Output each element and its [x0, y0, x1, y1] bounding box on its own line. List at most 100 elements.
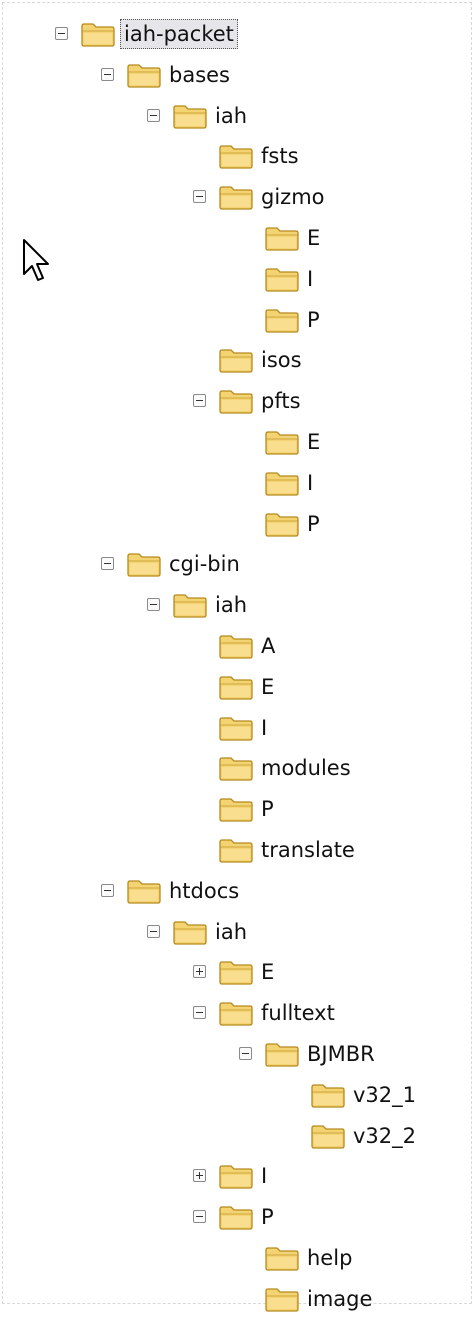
folder-icon [219, 675, 253, 700]
tree-node-label[interactable]: image [304, 1285, 375, 1313]
tree-node[interactable]: P [0, 1196, 476, 1237]
tree-node[interactable]: I [0, 707, 476, 748]
tree-node[interactable]: I [0, 462, 476, 503]
tree-node-label[interactable]: cgi-bin [166, 550, 243, 578]
expand-icon[interactable] [193, 1169, 206, 1183]
collapse-icon[interactable] [193, 1210, 206, 1224]
tree-node[interactable]: cgi-bin [0, 543, 476, 584]
tree-node-label[interactable]: v32_1 [350, 1081, 419, 1109]
tree-node-label[interactable]: bases [166, 61, 233, 89]
tree-node-label[interactable]: P [258, 1203, 277, 1231]
tree-node[interactable]: I [0, 1155, 476, 1196]
tree-node-label[interactable]: iah [212, 591, 250, 619]
collapse-icon[interactable] [147, 924, 160, 938]
collapse-icon[interactable] [193, 1006, 206, 1020]
tree-node-label[interactable]: P [304, 510, 323, 538]
tree-node[interactable]: v32_2 [0, 1115, 476, 1156]
folder-tree[interactable]: iah-packet bases iah fsts gizmo E I Pisos pfts E I… [0, 13, 476, 1319]
collapse-icon[interactable] [147, 598, 160, 612]
tree-node-label[interactable]: help [304, 1244, 355, 1272]
tree-node[interactable]: v32_1 [0, 1074, 476, 1115]
tree-node[interactable]: gizmo [0, 176, 476, 217]
tree-node[interactable]: fulltext [0, 992, 476, 1033]
collapse-icon[interactable] [193, 394, 206, 408]
tree-node[interactable]: P [0, 503, 476, 544]
tree-node-label[interactable]: A [258, 632, 278, 660]
tree-node[interactable]: P [0, 299, 476, 340]
tree-node-label[interactable]: E [258, 673, 277, 701]
tree-node[interactable]: modules [0, 747, 476, 788]
tree-node-label[interactable]: modules [258, 754, 354, 782]
collapse-icon[interactable] [239, 1046, 252, 1060]
folder-icon [219, 634, 253, 659]
tree-node[interactable]: pfts [0, 380, 476, 421]
tree-node-label[interactable]: v32_2 [350, 1122, 419, 1150]
folder-icon [219, 838, 253, 863]
collapse-icon[interactable] [55, 27, 68, 40]
folder-icon [219, 389, 253, 414]
tree-node[interactable]: iah [0, 911, 476, 952]
tree-node-label[interactable]: E [304, 428, 323, 456]
folder-icon [173, 593, 207, 618]
tree-node-label[interactable]: I [304, 265, 316, 293]
tree-node-label[interactable]: I [258, 1162, 270, 1190]
tree-node[interactable]: E [0, 421, 476, 462]
collapse-icon[interactable] [101, 67, 114, 81]
tree-node-label[interactable]: translate [258, 836, 358, 864]
collapse-icon[interactable] [147, 108, 160, 122]
tree-node[interactable]: BJMBR [0, 1033, 476, 1074]
tree-node-label[interactable]: E [258, 958, 277, 986]
tree-node-label[interactable]: htdocs [166, 877, 242, 905]
tree-node-label[interactable]: P [304, 306, 323, 334]
folder-icon [311, 1083, 345, 1108]
tree-node-label[interactable]: iah [212, 102, 250, 130]
tree-node[interactable]: P [0, 788, 476, 829]
tree-node[interactable]: image [0, 1278, 476, 1319]
folder-icon [219, 348, 253, 374]
tree-node[interactable]: E [0, 217, 476, 258]
tree-node[interactable]: I [0, 258, 476, 299]
folder-icon [265, 267, 299, 292]
folder-icon [265, 1287, 299, 1312]
folder-icon [81, 22, 115, 47]
tree-node-label[interactable]: iah-packet [120, 19, 238, 49]
tree-node[interactable]: isos [0, 339, 476, 380]
folder-icon [219, 185, 253, 210]
tree-node-label[interactable]: E [304, 224, 323, 252]
expand-icon[interactable] [193, 965, 206, 979]
folder-icon [265, 226, 299, 251]
tree-node-label[interactable]: P [258, 795, 277, 823]
tree-node-label[interactable]: isos [258, 346, 305, 374]
tree-node[interactable]: iah [0, 584, 476, 625]
collapse-icon[interactable] [193, 190, 206, 204]
tree-node-label[interactable]: iah [212, 918, 250, 946]
folder-icon [127, 552, 161, 578]
folder-icon [219, 960, 253, 985]
tree-node[interactable]: E [0, 951, 476, 992]
tree-node-label[interactable]: BJMBR [304, 1040, 378, 1068]
collapse-icon[interactable] [101, 557, 114, 571]
tree-node[interactable]: E [0, 666, 476, 707]
tree-node[interactable]: help [0, 1237, 476, 1278]
tree-node[interactable]: iah [0, 95, 476, 136]
tree-node-label[interactable]: fsts [258, 142, 302, 170]
folder-icon [265, 308, 299, 333]
folder-icon [219, 756, 253, 781]
folder-icon [265, 1042, 299, 1067]
folder-icon [219, 716, 253, 741]
folder-icon [311, 1124, 345, 1149]
tree-node-label[interactable]: fulltext [258, 999, 338, 1027]
tree-node[interactable]: htdocs [0, 870, 476, 911]
tree-node-label[interactable]: I [258, 714, 270, 742]
tree-node[interactable]: iah-packet [0, 13, 476, 54]
tree-node[interactable]: translate [0, 829, 476, 870]
folder-icon [219, 1205, 253, 1230]
folder-icon [173, 104, 207, 129]
collapse-icon[interactable] [101, 883, 114, 897]
tree-node-label[interactable]: gizmo [258, 183, 328, 211]
tree-node-label[interactable]: I [304, 469, 316, 497]
tree-node[interactable]: fsts [0, 135, 476, 176]
tree-node[interactable]: A [0, 625, 476, 666]
tree-node[interactable]: bases [0, 54, 476, 95]
tree-node-label[interactable]: pfts [258, 387, 304, 415]
